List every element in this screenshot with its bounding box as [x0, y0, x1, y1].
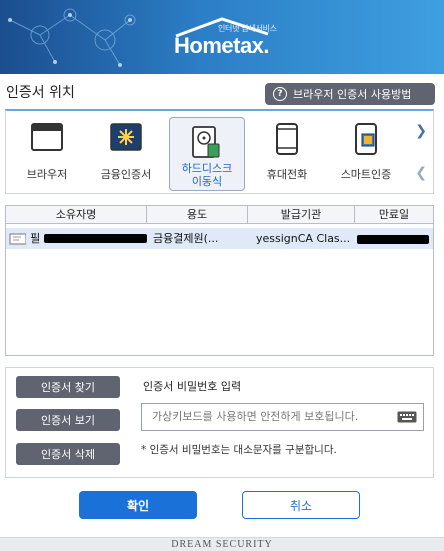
column-usage: 용도 — [147, 206, 248, 223]
cancel-button[interactable]: 취소 — [242, 491, 360, 519]
owner-name: 필 — [30, 232, 41, 245]
guide-button-label: 브라우저 인증서 사용방법 — [293, 88, 412, 101]
column-issuer: 발급기관 — [248, 206, 355, 223]
storage-label: 금융인증서 — [100, 168, 152, 181]
find-cert-button[interactable]: 인증서 찾기 — [16, 376, 120, 398]
logo-text: Hometax. — [174, 33, 270, 58]
storage-browser[interactable]: 브라우저 — [9, 111, 85, 193]
cell-usage: 금융결제원(... — [153, 232, 219, 245]
delete-cert-button[interactable]: 인증서 삭제 — [16, 443, 120, 465]
cert-location-title: 인증서 위치 — [6, 85, 75, 101]
vendor-footer: DREAM SECURITY — [0, 537, 444, 551]
browser-cert-guide-button[interactable]: ? 브라우저 인증서 사용방법 — [265, 83, 435, 105]
financial-cert-icon — [110, 123, 142, 151]
mobile-phone-icon — [276, 123, 298, 155]
password-label: 인증서 비밀번호 입력 — [143, 380, 242, 393]
password-note: * 인증서 비밀번호는 대소문자를 구분합니다. — [141, 444, 337, 456]
password-placeholder: 가상키보드를 사용하면 안전하게 보호됩니다. — [152, 410, 359, 423]
cell-issuer: yessignCA Clas... — [256, 232, 351, 245]
view-cert-button[interactable]: 인증서 보기 — [16, 409, 120, 431]
harddisk-icon — [192, 126, 220, 158]
scroll-left-icon[interactable]: ❮ — [415, 165, 427, 181]
storage-harddisk[interactable]: 하드디스크 이동식 — [169, 117, 245, 191]
virtual-keyboard-icon[interactable] — [397, 411, 417, 423]
action-panel: 인증서 찾기 인증서 보기 인증서 삭제 인증서 비밀번호 입력 가상키보드를 … — [5, 367, 434, 478]
column-expiry: 만료일 — [378, 208, 410, 221]
storage-mobile-phone[interactable]: 휴대전화 — [249, 111, 325, 193]
confirm-button[interactable]: 확인 — [79, 491, 197, 519]
certificate-icon — [9, 233, 27, 244]
storage-label: 휴대전화 — [266, 168, 308, 181]
scroll-right-icon[interactable]: ❯ — [415, 123, 427, 139]
redaction-mark — [357, 234, 429, 244]
storage-financial-cert[interactable]: 금융인증서 — [88, 111, 164, 193]
hometax-logo: 인터넷 납세서비스 Hometax. — [172, 16, 282, 62]
cell-owner: 필 — [6, 228, 147, 249]
network-decoration-icon — [8, 8, 136, 67]
redaction-mark — [44, 234, 147, 243]
column-owner: 소유자명 — [6, 206, 147, 223]
storage-label: 스마트인증 — [340, 168, 392, 181]
help-icon: ? — [273, 87, 287, 101]
smart-cert-icon — [355, 123, 377, 155]
storage-selector: 브라우저 금융인증서 하드디스크 이동식 휴대전화 스마트인증 ❯ ❮ — [5, 109, 434, 194]
cell-expiry — [355, 228, 433, 249]
password-input[interactable]: 가상키보드를 사용하면 안전하게 보호됩니다. — [141, 403, 424, 431]
storage-label: 하드디스크 이동식 — [181, 162, 233, 188]
certificate-table: 소유자명 용도 발급기관 만료일 필 금융결제원(... yessignCA C… — [5, 205, 434, 356]
storage-label: 브라우저 — [26, 168, 68, 181]
table-header: 소유자명 용도 발급기관 만료일 — [6, 206, 433, 224]
storage-smart-cert[interactable]: 스마트인증 — [328, 111, 404, 193]
header-banner: 인터넷 납세서비스 Hometax. — [0, 0, 444, 74]
browser-icon — [31, 123, 63, 151]
table-row[interactable]: 필 금융결제원(... yessignCA Clas... — [6, 228, 433, 249]
